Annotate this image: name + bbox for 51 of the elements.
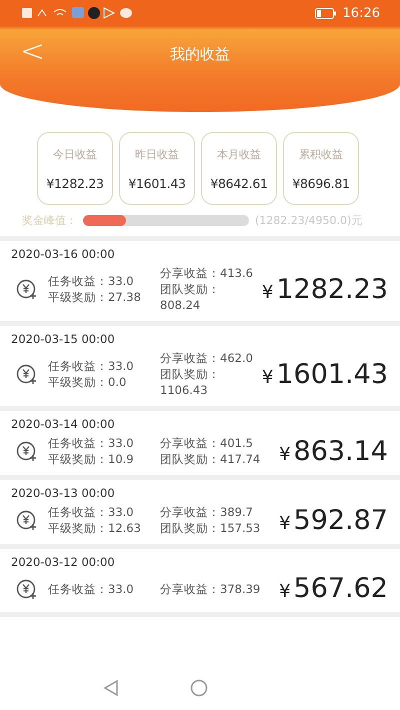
play-icon [104,7,116,19]
card-value: ¥1282.23 [46,176,104,190]
record-amount: ¥1282.23 [260,274,388,304]
record-amount: ¥592.87 [278,504,388,536]
earning-item: 任务收益：33.0 [48,580,135,596]
earning-item: 分享收益：389.7 [160,504,254,520]
card-label: 本月收益 [217,146,261,162]
earning-item: 任务收益：33.0 [48,273,135,289]
page-title: 我的收益 [170,44,230,64]
back-nav-icon[interactable] [102,679,120,697]
earning-item: 平级奖励：12.63 [48,520,142,536]
record-date: 2020-03-15 00:00 [11,332,116,346]
battery-icon [314,8,337,18]
record-date: 2020-03-14 00:00 [11,417,116,431]
record-date: 2020-03-16 00:00 [11,247,116,261]
earning-item: 团队奖励： 808.24 [160,281,221,313]
earning-item: 分享收益：413.6 [160,265,254,281]
wifi-icon [54,9,66,16]
earning-item: 团队奖励：417.74 [160,451,262,467]
earning-item: 任务收益：33.0 [48,504,135,520]
bonus-peak-label: 奖金峰值： [22,213,77,228]
coin-icon [16,363,38,385]
signal-icon [38,9,46,16]
card-value: ¥8696.81 [292,176,350,190]
record-amount: ¥567.62 [278,573,388,604]
coin-icon [16,278,38,300]
status-time: 16:26 [342,6,380,20]
earning-item: 平级奖励：27.38 [48,289,142,305]
card-label: 今日收益 [53,146,97,162]
record-date: 2020-03-13 00:00 [11,486,116,500]
record-date: 2020-03-12 00:00 [11,555,116,569]
card-value: ¥1601.43 [128,176,186,190]
back-button[interactable]: < [14,34,52,70]
coin-icon [16,440,38,462]
record-amount: ¥863.14 [278,436,388,466]
card-label: 累积收益 [299,146,343,162]
home-nav-icon[interactable] [190,679,208,697]
earning-item: 团队奖励： 1106.43 [160,366,221,398]
earning-item: 平级奖励：0.0 [48,374,128,390]
earning-item: 分享收益：401.5 [160,435,254,451]
earning-item: 任务收益：33.0 [48,435,135,451]
record-amount: ¥1601.43 [260,358,388,390]
earning-item: 任务收益：33.0 [48,358,135,374]
earning-item: 分享收益：378.39 [160,580,262,596]
earning-item: 平级奖励：10.9 [48,451,135,467]
coin-icon [16,509,38,531]
coin-icon [16,578,38,600]
card-value: ¥8642.61 [210,176,268,190]
earning-item: 分享收益：462.0 [160,350,254,366]
earning-item: 团队奖励：157.53 [160,520,262,536]
card-label: 昨日收益 [135,146,179,162]
